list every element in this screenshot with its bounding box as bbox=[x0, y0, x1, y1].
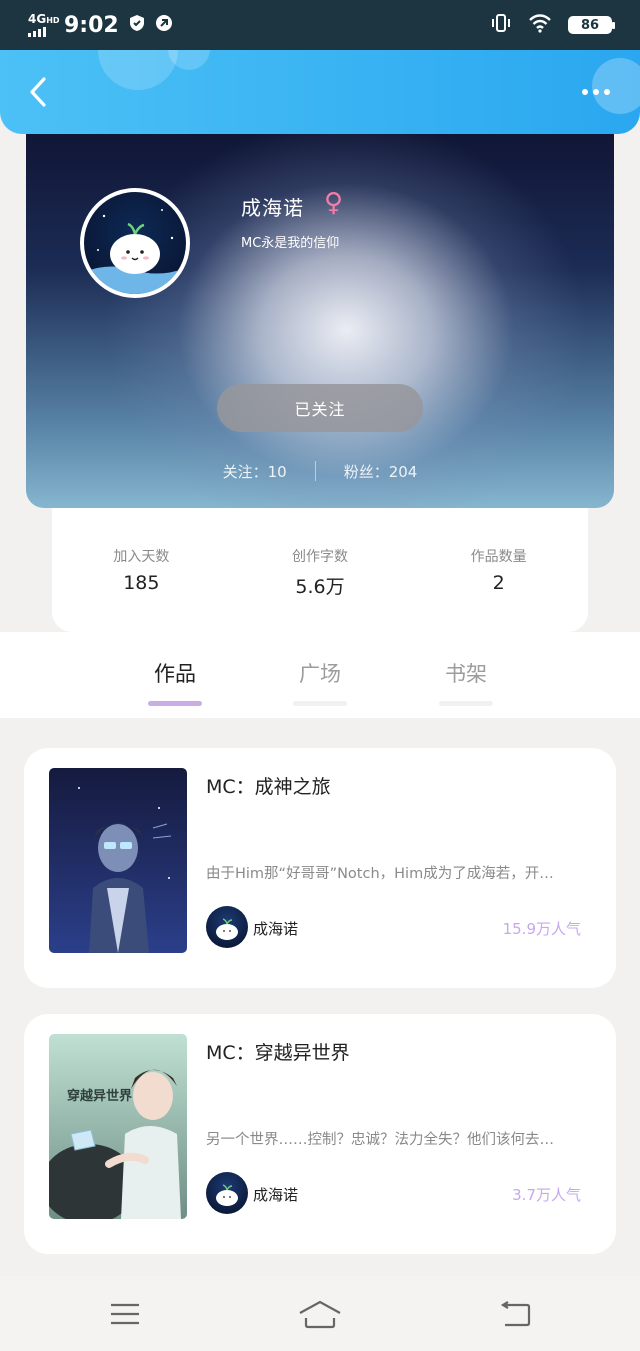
avatar-image bbox=[84, 209, 186, 294]
popularity-count: 3.7万人气 bbox=[512, 1186, 581, 1204]
following-count[interactable]: 关注：10 bbox=[223, 461, 287, 482]
follow-button[interactable]: 已关注 bbox=[217, 384, 423, 432]
divider bbox=[314, 461, 316, 481]
work-title[interactable]: MC：成神之旅 bbox=[206, 772, 331, 799]
work-title[interactable]: MC：穿越异世界 bbox=[206, 1038, 350, 1065]
app-header bbox=[0, 50, 640, 134]
system-nav-bar bbox=[0, 1276, 640, 1351]
avatar-image bbox=[216, 918, 238, 940]
tab-indicator bbox=[439, 701, 493, 706]
profile-bio: MC永是我的信仰 bbox=[241, 236, 340, 251]
dot bbox=[582, 89, 588, 95]
home-icon bbox=[299, 1300, 341, 1329]
stat-label: 加入天数 bbox=[113, 549, 170, 565]
stat-value: 2 bbox=[492, 572, 505, 594]
network-hd: HD bbox=[46, 15, 60, 25]
profile-hero: 成海诺 ♀ MC永是我的信仰 已关注 关注：10 粉丝：204 bbox=[26, 110, 614, 508]
stat-value: 185 bbox=[123, 572, 160, 594]
author-name: 成海诺 bbox=[253, 1186, 299, 1204]
wifi-icon bbox=[528, 13, 552, 37]
work-card[interactable]: 穿越异世界 MC：穿越异世界 另一个世界……控制？忠诚？法力全失？他们该何去… … bbox=[24, 1014, 616, 1254]
return-icon bbox=[500, 1301, 531, 1327]
status-bar: 4GHD 9:02 86 bbox=[0, 0, 640, 50]
stat-word-count: 创作字数 5.6万 bbox=[245, 546, 395, 632]
author-avatar[interactable] bbox=[206, 1172, 248, 1214]
book-cover[interactable]: 穿越异世界 bbox=[49, 1034, 187, 1219]
tab-plaza[interactable]: 广场 bbox=[280, 658, 360, 706]
stat-label: 作品数量 bbox=[470, 549, 527, 565]
decor-bubble bbox=[168, 50, 210, 70]
book-cover[interactable] bbox=[49, 768, 187, 953]
tab-indicator bbox=[148, 701, 202, 706]
cover-title-text: 穿越异世界 bbox=[67, 1088, 132, 1104]
back-button[interactable] bbox=[18, 72, 58, 112]
stat-join-days: 加入天数 185 bbox=[66, 546, 216, 632]
tab-label: 作品 bbox=[154, 662, 196, 686]
decor-bubble bbox=[98, 50, 178, 90]
stat-value: 5.6万 bbox=[295, 576, 345, 598]
profile-name: 成海诺 bbox=[241, 196, 304, 220]
tab-bookshelf[interactable]: 书架 bbox=[426, 658, 506, 706]
vibrate-icon bbox=[490, 13, 512, 37]
app-notification-icon bbox=[155, 14, 173, 36]
popularity-count: 15.9万人气 bbox=[502, 920, 581, 938]
author-avatar[interactable] bbox=[206, 906, 248, 948]
chevron-left-icon bbox=[30, 77, 46, 107]
shield-icon bbox=[129, 14, 145, 36]
tab-label: 书架 bbox=[445, 662, 487, 686]
stats-card: 加入天数 185 创作字数 5.6万 作品数量 2 bbox=[52, 508, 588, 632]
tab-works[interactable]: 作品 bbox=[135, 658, 215, 706]
cover-image bbox=[49, 768, 187, 953]
network-indicator: 4GHD bbox=[28, 11, 60, 37]
menu-button[interactable] bbox=[103, 1294, 147, 1334]
work-description: 另一个世界……控制？忠诚？法力全失？他们该何去… bbox=[206, 1132, 554, 1148]
follow-stats: 关注：10 粉丝：204 bbox=[26, 460, 614, 482]
work-description: 由于Him那“好哥哥”Notch，Him成为了成海若，开… bbox=[206, 866, 554, 882]
avatar[interactable] bbox=[80, 188, 190, 298]
network-type: 4G bbox=[28, 11, 47, 26]
battery-level: 86 bbox=[580, 17, 600, 33]
tab-label: 广场 bbox=[299, 662, 341, 686]
clock: 9:02 bbox=[64, 12, 119, 38]
dot bbox=[604, 89, 610, 95]
more-options-button[interactable] bbox=[576, 80, 616, 104]
work-card[interactable]: MC：成神之旅 由于Him那“好哥哥”Notch，Him成为了成海若，开… 成海… bbox=[24, 748, 616, 988]
gender-female-icon: ♀ bbox=[324, 188, 344, 218]
stat-work-count: 作品数量 2 bbox=[424, 546, 574, 632]
battery-icon: 86 bbox=[568, 16, 615, 34]
home-button[interactable] bbox=[298, 1294, 342, 1334]
tab-indicator bbox=[293, 701, 347, 706]
dot bbox=[593, 89, 599, 95]
avatar-image bbox=[216, 1184, 238, 1206]
signal-icon bbox=[28, 26, 58, 37]
stat-label: 创作字数 bbox=[291, 549, 348, 565]
back-nav-button[interactable] bbox=[493, 1294, 537, 1334]
followers-count[interactable]: 粉丝：204 bbox=[344, 461, 418, 482]
author-name: 成海诺 bbox=[253, 920, 299, 938]
cover-image: 穿越异世界 bbox=[49, 1034, 187, 1219]
content-tabs: 作品 广场 书架 bbox=[0, 632, 640, 718]
menu-icon bbox=[111, 1303, 139, 1325]
